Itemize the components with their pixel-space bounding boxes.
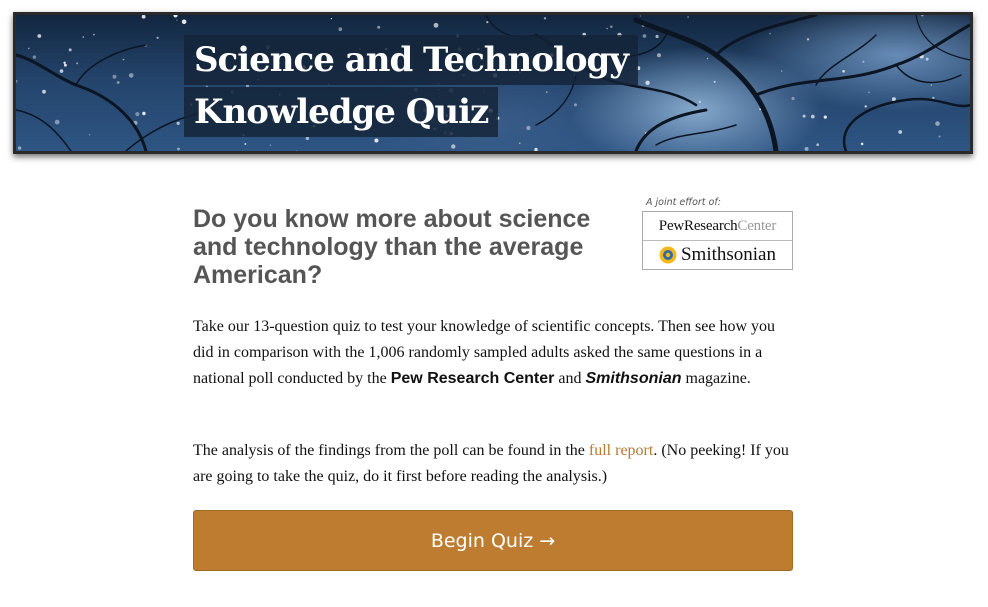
sparkle-dot: [141, 15, 146, 19]
smithsonian-sun-icon: [659, 246, 677, 264]
sparkle-dot: [610, 25, 613, 28]
sparkle-dot: [606, 27, 608, 30]
sparkle-dot: [921, 15, 924, 17]
sparkle-dot: [82, 36, 85, 38]
sparkle-dot: [930, 84, 933, 86]
header-banner: Science and Technology Knowledge Quiz: [13, 12, 973, 154]
sparkle-dot: [655, 34, 659, 39]
sparkle-dot: [811, 114, 815, 119]
sparkle-dot: [804, 146, 809, 151]
sparkle-dot: [706, 57, 709, 60]
sparkle-dot: [338, 27, 343, 31]
sparkle-dot: [135, 112, 140, 117]
sparkle-dot: [806, 38, 810, 41]
pew-logo-main: PewResearch: [658, 217, 738, 234]
sparkle-dot: [305, 136, 310, 141]
sparkle-dot: [173, 15, 178, 18]
title-line-1: Science and Technology: [184, 35, 639, 85]
full-report-link[interactable]: full report: [589, 442, 653, 459]
sparkle-dot: [374, 138, 379, 143]
sparkle-dot: [54, 119, 60, 125]
sparkle-dot: [816, 143, 819, 146]
analysis-text-1: The analysis of the findings from the po…: [193, 442, 589, 459]
smithsonian-name: Smithsonian: [585, 370, 682, 387]
sparkle-dot: [176, 121, 180, 125]
sparkle-dot: [63, 61, 66, 64]
sparkle-dot: [698, 100, 702, 103]
intro-paragraph: Take our 13-question quiz to test your k…: [193, 314, 793, 392]
sparkle-dot: [938, 135, 941, 138]
quiz-headline: Do you know more about science and techn…: [193, 205, 591, 289]
sparkle-dot: [42, 89, 46, 94]
intro-text-3: magazine.: [681, 370, 751, 387]
sparkle-dot: [176, 19, 178, 21]
sparkle-dot: [862, 60, 865, 63]
sparkle-dot: [780, 70, 783, 72]
sparkle-dot: [657, 53, 661, 58]
sparkle-dot: [823, 115, 827, 119]
sparkle-dot: [925, 57, 929, 61]
begin-quiz-button[interactable]: Begin Quiz →: [193, 510, 793, 571]
quiz-title: Science and Technology Knowledge Quiz: [184, 35, 639, 137]
sparkle-dot: [128, 73, 134, 78]
partner-box: PewResearchCenter Smithsonian: [642, 211, 793, 270]
sparkle-dot: [791, 96, 795, 101]
sparkle-dot: [32, 55, 37, 59]
sparkle-dot: [639, 15, 641, 17]
sparkle-dot: [642, 34, 647, 38]
sparkle-dot: [88, 134, 91, 136]
sparkle-dot: [59, 69, 64, 73]
sparkle-dot: [156, 36, 159, 39]
sparkle-dot: [534, 147, 538, 151]
sparkle-dot: [93, 33, 95, 36]
sparkle-dot: [543, 17, 547, 20]
sparkle-dot: [296, 150, 298, 151]
sparkle-dot: [860, 142, 864, 146]
sparkle-dot: [451, 144, 456, 149]
sparkle-dot: [645, 80, 650, 86]
sparkle-dot: [864, 105, 867, 108]
smithsonian-logo-text: Smithsonian: [680, 244, 776, 265]
smithsonian-logo: Smithsonian: [643, 240, 792, 269]
sparkle-dot: [935, 121, 940, 126]
sparkle-dot: [16, 79, 18, 83]
sparkle-dot: [932, 96, 935, 100]
sparkle-dot: [112, 74, 117, 79]
sparkle-dot: [181, 19, 187, 25]
pew-logo-suffix: Center: [737, 217, 777, 234]
sparkle-dot: [433, 22, 439, 28]
sparkle-dot: [802, 114, 806, 118]
sparkle-dot: [269, 144, 271, 146]
sparkle-dot: [28, 47, 30, 50]
intro-text-2: and: [554, 370, 586, 387]
sparkle-dot: [769, 32, 772, 35]
sparkle-dot: [68, 48, 72, 52]
sparkle-dot: [377, 25, 381, 29]
pew-name: Pew Research Center: [390, 370, 555, 387]
sparkle-dot: [486, 21, 489, 24]
sparkle-dot: [330, 18, 333, 20]
sparkle-dot: [687, 16, 689, 18]
sparkle-dot: [842, 70, 845, 73]
sparkle-dot: [116, 81, 120, 84]
sparkle-dot: [76, 62, 79, 65]
analysis-paragraph: The analysis of the findings from the po…: [193, 438, 793, 490]
pew-research-logo: PewResearchCenter: [643, 212, 792, 240]
sparkle-dot: [122, 58, 125, 61]
sparkle-dot: [519, 142, 521, 145]
sparkle-dot: [64, 63, 67, 67]
sparkle-dot: [244, 143, 247, 145]
sparkle-dot: [17, 146, 22, 150]
sparkle-dot: [868, 91, 870, 94]
sparkle-dot: [37, 34, 42, 38]
sparkle-dot: [142, 111, 146, 116]
sparkle-dot: [898, 130, 903, 134]
title-line-2: Knowledge Quiz: [184, 87, 499, 137]
sparkle-dot: [713, 80, 716, 83]
sparkle-dot: [177, 147, 180, 151]
partner-logos: A joint effort of: PewResearchCenter Smi…: [642, 197, 793, 270]
partner-caption: A joint effort of:: [646, 197, 721, 208]
